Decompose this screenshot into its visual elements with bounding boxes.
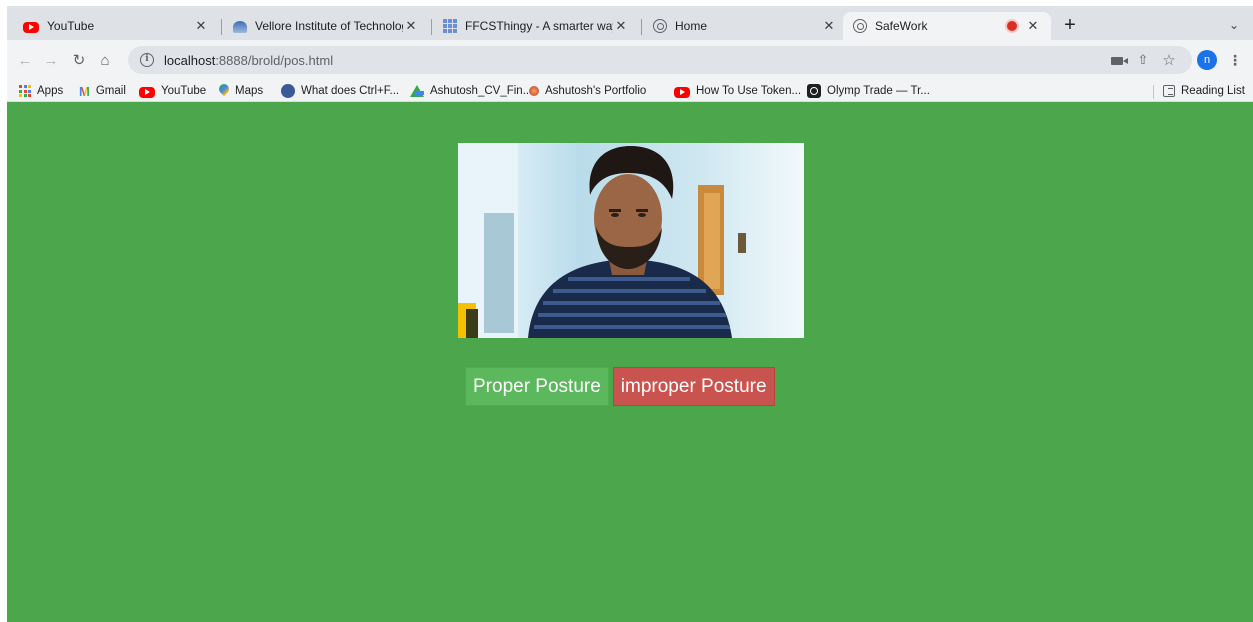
bookmark-label: Ashutosh's Portfolio	[545, 85, 647, 97]
page-content: Proper Posture improper Posture	[7, 102, 1253, 622]
bookmark-label: Maps	[235, 85, 264, 97]
tab-title: FFCSThingy - A smarter way to	[465, 19, 613, 33]
close-icon[interactable]: ✕	[613, 18, 629, 34]
bookmark-label: How To Use Token...	[696, 85, 802, 97]
bookmark-label: What does Ctrl+F...	[301, 85, 400, 97]
globe-icon	[853, 19, 867, 33]
url-text[interactable]: localhost:8888/brold/pos.html	[164, 53, 333, 68]
chevron-down-icon[interactable]: ⌄	[1229, 18, 1239, 32]
address-bar[interactable]: i localhost:8888/brold/pos.html	[128, 46, 1192, 74]
close-icon[interactable]: ✕	[403, 18, 419, 34]
bookmark-label: YouTube	[161, 85, 207, 97]
close-icon[interactable]: ✕	[1025, 18, 1041, 34]
kebab-menu-icon[interactable]: ⋮	[1228, 50, 1242, 70]
share-icon[interactable]: ⇧	[1135, 50, 1151, 70]
url-host: localhost	[164, 52, 216, 68]
recording-indicator-icon	[1007, 21, 1017, 31]
star-bookmark-icon[interactable]: ☆	[1161, 50, 1177, 70]
reading-list-button[interactable]: Reading List	[1163, 82, 1245, 100]
bookmark-portfolio[interactable]: Ashutosh's Portfolio	[529, 82, 646, 100]
globe-icon	[653, 19, 667, 33]
reload-icon[interactable]: ↻	[69, 50, 89, 70]
google-drive-icon	[410, 85, 424, 97]
bookmark-olymp[interactable]: Olymp Trade — Tr...	[807, 82, 930, 100]
browser-window: YouTube ✕ Vellore Institute of Technolog…	[7, 6, 1253, 622]
url-path: :8888/brold/pos.html	[215, 52, 334, 68]
tab-ffcsthingy[interactable]: FFCSThingy - A smarter way to ✕	[433, 12, 639, 40]
bookmark-label: Gmail	[95, 85, 126, 97]
reading-list-icon	[1163, 85, 1175, 97]
gmail-icon: M	[79, 83, 90, 99]
reading-list-label: Reading List	[1181, 85, 1245, 97]
tab-separator	[431, 19, 432, 35]
tab-home[interactable]: Home ✕	[643, 12, 847, 40]
ffcs-grid-icon	[443, 19, 457, 33]
tab-title: YouTube	[47, 19, 95, 33]
webcam-video-feed	[458, 143, 804, 338]
tab-title: SafeWork	[875, 19, 928, 33]
olymp-trade-icon	[807, 84, 821, 98]
bookmark-youtube[interactable]: YouTube	[139, 82, 206, 100]
bookmark-label: Apps	[37, 85, 64, 97]
improper-posture-button[interactable]: improper Posture	[612, 367, 775, 406]
posture-button-row: Proper Posture improper Posture	[465, 367, 775, 406]
bookmark-maps[interactable]: Maps	[219, 82, 263, 100]
youtube-icon	[139, 86, 155, 98]
bookmark-token[interactable]: How To Use Token...	[674, 82, 801, 100]
tab-strip: YouTube ✕ Vellore Institute of Technolog…	[7, 6, 1253, 40]
bookmark-apps[interactable]: Apps	[19, 82, 63, 100]
bookmark-label: Olymp Trade — Tr...	[827, 85, 930, 97]
close-icon[interactable]: ✕	[821, 18, 837, 34]
divider	[1153, 85, 1154, 99]
tab-separator	[221, 19, 222, 35]
bookmark-label: Ashutosh_CV_Fin...	[430, 85, 533, 97]
maps-pin-icon	[219, 84, 229, 98]
info-icon[interactable]: i	[140, 53, 154, 67]
close-icon[interactable]: ✕	[193, 18, 209, 34]
bookmark-gmail[interactable]: M Gmail	[79, 82, 126, 100]
vit-icon	[233, 21, 247, 33]
new-tab-button[interactable]: +	[1060, 15, 1080, 36]
browser-toolbar: ← → ↻ ⌂ i localhost:8888/brold/pos.html …	[7, 40, 1253, 80]
tab-separator	[641, 19, 642, 35]
bookmarks-bar: Apps M Gmail YouTube Maps What does Ctrl…	[7, 80, 1253, 102]
tab-title: Home	[675, 19, 708, 33]
camera-in-use-icon[interactable]	[1109, 50, 1128, 70]
youtube-icon	[23, 21, 39, 33]
blue-circle-icon	[281, 84, 295, 98]
youtube-icon	[674, 86, 690, 98]
tab-title: Vellore Institute of Technology	[255, 19, 403, 33]
forward-arrow-icon[interactable]: →	[41, 50, 61, 70]
tab-vit[interactable]: Vellore Institute of Technology ✕	[223, 12, 429, 40]
home-icon[interactable]: ⌂	[95, 50, 115, 70]
tab-safework[interactable]: SafeWork ✕	[843, 12, 1051, 40]
proper-posture-button[interactable]: Proper Posture	[465, 367, 609, 406]
portfolio-icon	[529, 86, 539, 96]
apps-grid-icon	[19, 85, 31, 97]
profile-avatar[interactable]: n	[1197, 50, 1217, 70]
tab-youtube[interactable]: YouTube ✕	[13, 12, 219, 40]
bookmark-ctrl-f[interactable]: What does Ctrl+F...	[281, 82, 399, 100]
webcam-frame	[458, 143, 804, 338]
back-arrow-icon[interactable]: ←	[15, 50, 35, 70]
bookmark-cv[interactable]: Ashutosh_CV_Fin...	[410, 82, 532, 100]
